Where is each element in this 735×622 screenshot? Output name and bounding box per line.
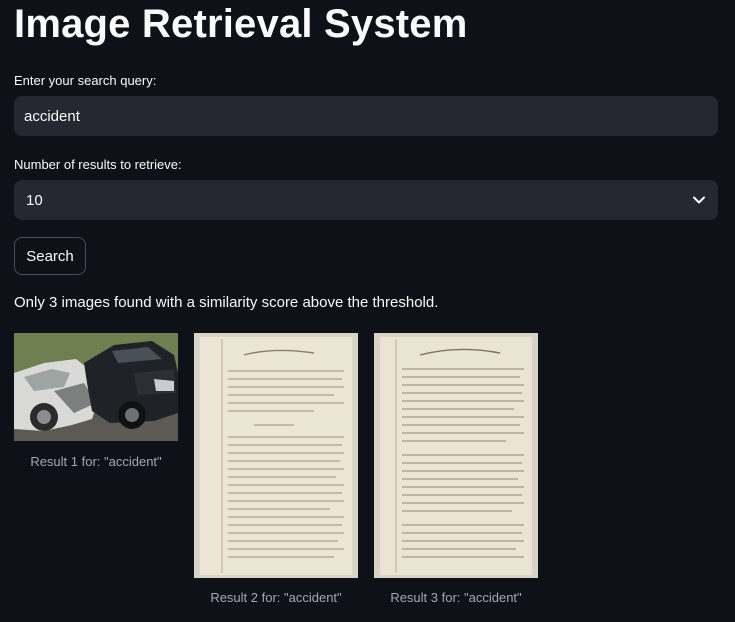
result-caption-3: Result 3 for: "accident" bbox=[390, 590, 522, 605]
search-input[interactable]: accident bbox=[14, 96, 718, 136]
search-button[interactable]: Search bbox=[14, 237, 86, 275]
num-results-select[interactable]: 10 bbox=[14, 180, 718, 220]
num-results-label: Number of results to retrieve: bbox=[14, 157, 182, 172]
search-input-value: accident bbox=[24, 107, 80, 125]
result-caption-1: Result 1 for: "accident" bbox=[30, 454, 162, 469]
page-title: Image Retrieval System bbox=[14, 2, 468, 46]
result-image-2[interactable] bbox=[194, 333, 358, 578]
result-image-1[interactable] bbox=[14, 333, 178, 441]
num-results-value: 10 bbox=[26, 191, 43, 209]
search-query-label: Enter your search query: bbox=[14, 73, 157, 88]
result-caption-2: Result 2 for: "accident" bbox=[210, 590, 342, 605]
result-image-3[interactable] bbox=[374, 333, 538, 578]
chevron-down-icon bbox=[692, 193, 706, 207]
app-root: Image Retrieval System Enter your search… bbox=[0, 0, 735, 622]
status-message: Only 3 images found with a similarity sc… bbox=[14, 294, 439, 311]
